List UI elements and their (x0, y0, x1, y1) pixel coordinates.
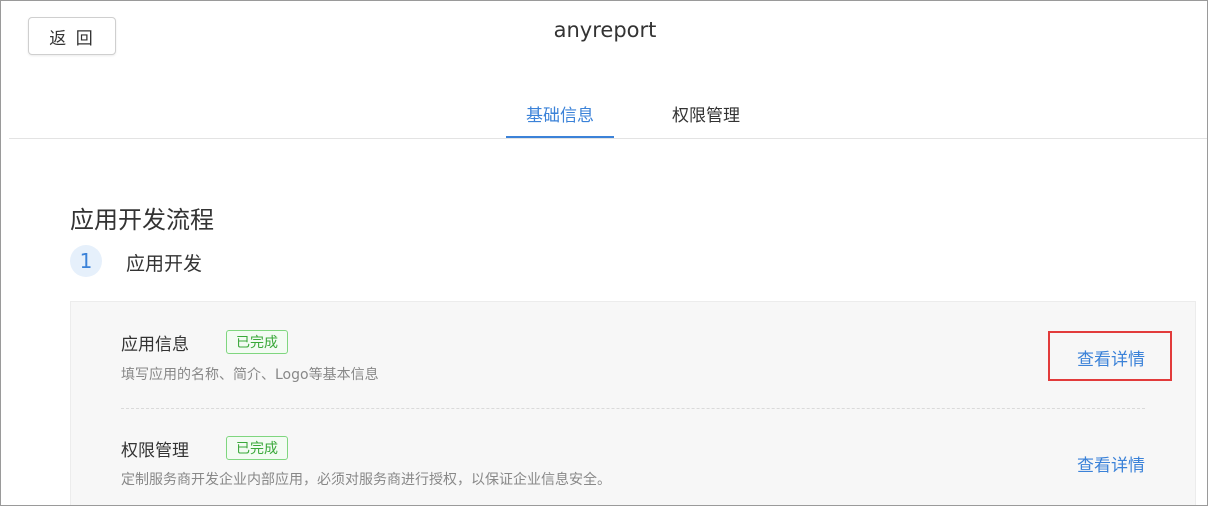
tab-bar: 基础信息 权限管理 (9, 91, 1207, 139)
item-description: 定制服务商开发企业内部应用，必须对服务商进行授权，以保证企业信息安全。 (121, 472, 611, 488)
item-divider (121, 408, 1145, 409)
status-badge: 已完成 (226, 436, 288, 460)
step-label: 应用开发 (126, 253, 203, 275)
app-window: 返 回 anyreport 基础信息 权限管理 应用开发流程 1 应用开发 应用… (0, 0, 1208, 506)
tab-permission-management[interactable]: 权限管理 (652, 101, 760, 138)
item-name-app-info: 应用信息 (121, 335, 189, 355)
view-details-link-permission[interactable]: 查看详情 (1077, 451, 1145, 476)
section-title: 应用开发流程 (70, 206, 214, 234)
step-panel: 应用信息 已完成 填写应用的名称、简介、Logo等基本信息 查看详情 权限管理 … (70, 301, 1196, 505)
item-name-permission: 权限管理 (121, 441, 189, 461)
tab-basic-info[interactable]: 基础信息 (506, 101, 614, 138)
status-badge: 已完成 (226, 330, 288, 354)
item-description: 填写应用的名称、简介、Logo等基本信息 (121, 367, 379, 383)
app-title: anyreport (553, 18, 657, 42)
view-details-link-app-info[interactable]: 查看详情 (1077, 345, 1145, 370)
step-number-badge: 1 (70, 245, 102, 277)
